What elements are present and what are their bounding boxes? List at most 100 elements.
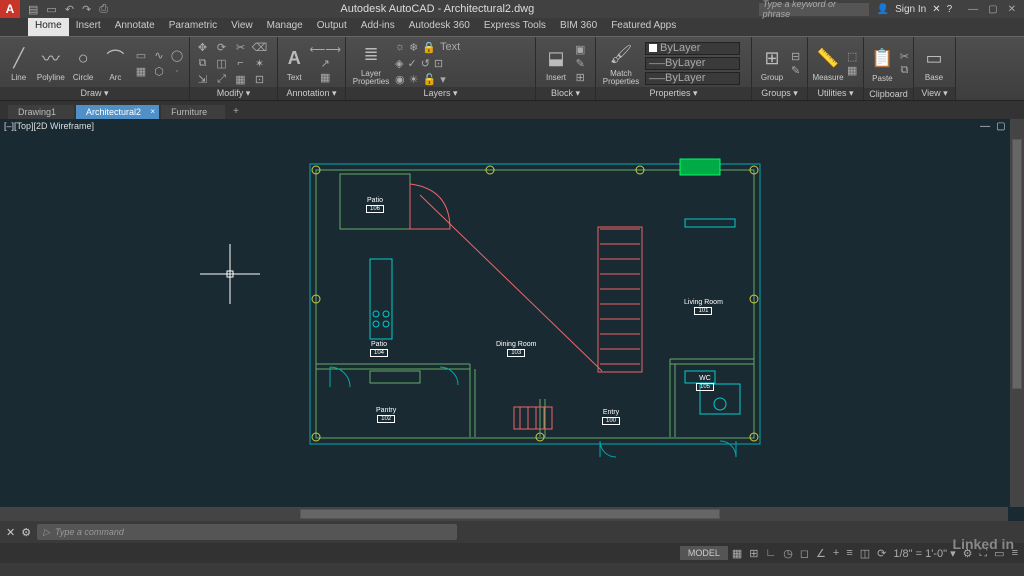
help-icon[interactable]: ? (947, 4, 953, 15)
cut-icon[interactable]: ✂ (900, 50, 909, 63)
line-button[interactable]: ╱Line (4, 44, 33, 82)
layer-iso-icon[interactable]: ◈ (395, 57, 403, 70)
group-edit-icon[interactable]: ✎ (791, 64, 800, 77)
layer-prev-icon[interactable]: ↺ (421, 57, 430, 70)
qat-save-icon[interactable]: ▤ (28, 3, 38, 16)
select-icon[interactable]: ⬚ (847, 50, 857, 63)
otrack-icon[interactable]: ∠ (816, 547, 826, 560)
horizontal-scrollbar[interactable] (0, 507, 1008, 521)
trans-icon[interactable]: ◫ (860, 547, 870, 560)
close-icon[interactable]: ✕ (1008, 4, 1016, 15)
erase-icon[interactable]: ⌫ (251, 40, 268, 54)
tab-parametric[interactable]: Parametric (162, 18, 224, 36)
dyn-icon[interactable]: + (833, 547, 839, 559)
lineweight-combo[interactable]: —— ByLayer (645, 57, 740, 70)
tab-a360[interactable]: Autodesk 360 (402, 18, 477, 36)
qat-print-icon[interactable]: ⎙ (99, 3, 108, 16)
attr-icon[interactable]: ⊞ (575, 71, 585, 84)
layer-freeze-icon[interactable]: ❄ (409, 41, 418, 54)
grid-icon[interactable]: ▦ (732, 547, 742, 560)
spline-icon[interactable]: ∿ (151, 48, 167, 62)
tab-manage[interactable]: Manage (260, 18, 310, 36)
leader-icon[interactable]: ↗ (309, 57, 341, 70)
ungroup-icon[interactable]: ⊟ (791, 50, 800, 63)
base-button[interactable]: ▭Base (918, 44, 950, 82)
snap-icon[interactable]: ⊞ (749, 547, 758, 560)
offset-icon[interactable]: ⊡ (251, 72, 268, 86)
qat-undo-icon[interactable]: ↶ (65, 3, 74, 16)
layer-thaw-icon[interactable]: ☀ (409, 73, 419, 86)
scale-icon[interactable]: ⤢ (213, 72, 230, 86)
polyline-button[interactable]: 〰Polyline (36, 44, 65, 82)
copy-icon[interactable]: ⧉ (194, 56, 211, 70)
insert-button[interactable]: ⬓Insert (540, 44, 572, 82)
tab-express[interactable]: Express Tools (477, 18, 553, 36)
panel-draw-label[interactable]: Draw ▾ (0, 87, 189, 100)
array-icon[interactable]: ▦ (232, 72, 249, 86)
layer-match-icon[interactable]: ✓ (407, 57, 416, 70)
exchange-icon[interactable]: ✕ (932, 4, 940, 15)
panel-properties-label[interactable]: Properties ▾ (596, 87, 751, 100)
tab-addins[interactable]: Add-ins (354, 18, 402, 36)
layer-walk-icon[interactable]: ⊡ (434, 57, 443, 70)
new-tab-icon[interactable]: + (227, 104, 245, 119)
panel-block-label[interactable]: Block ▾ (536, 87, 595, 100)
signin-icon[interactable]: 👤 (877, 4, 889, 15)
layer-state-icon[interactable]: ▾ (440, 73, 446, 86)
layer-unlock-icon[interactable]: 🔓 (422, 73, 436, 86)
filetab-architectural2[interactable]: Architectural2× (76, 105, 159, 119)
search-input[interactable]: Type a keyword or phrase (759, 3, 869, 16)
tab-insert[interactable]: Insert (69, 18, 108, 36)
tab-featured[interactable]: Featured Apps (604, 18, 683, 36)
drawing-viewport[interactable]: [–][Top][2D Wireframe] — ▢ ✕ (0, 119, 1024, 521)
filetab-drawing1[interactable]: Drawing1 (8, 105, 74, 119)
tab-output[interactable]: Output (310, 18, 354, 36)
lw-icon[interactable]: ≡ (846, 547, 852, 559)
dim-icon[interactable]: ⟵⟶ (309, 43, 341, 56)
calc-icon[interactable]: ▦ (847, 64, 857, 77)
trim-icon[interactable]: ✂ (232, 40, 249, 54)
layer-off-icon[interactable]: ☼ (395, 41, 405, 54)
panel-layers-label[interactable]: Layers ▾ (346, 87, 535, 100)
app-logo[interactable]: A (0, 0, 20, 18)
layer-lock-icon[interactable]: 🔒 (422, 41, 436, 54)
close-tab-icon[interactable]: × (150, 107, 155, 116)
group-button[interactable]: ⊞Group (756, 44, 788, 82)
qat-redo-icon[interactable]: ↷ (82, 3, 91, 16)
circle-button[interactable]: ○Circle (69, 44, 98, 82)
text-button[interactable]: AText (282, 44, 306, 82)
maximize-icon[interactable]: ▢ (988, 4, 997, 15)
explode-icon[interactable]: ✶ (251, 56, 268, 70)
measure-button[interactable]: 📏Measure (812, 44, 844, 82)
copy-clip-icon[interactable]: ⧉ (900, 64, 909, 77)
linetype-combo[interactable]: —— ByLayer (645, 72, 740, 85)
panel-groups-label[interactable]: Groups ▾ (752, 87, 807, 100)
polar-icon[interactable]: ◷ (783, 547, 793, 560)
panel-annotation-label[interactable]: Annotation ▾ (278, 87, 345, 100)
stretch-icon[interactable]: ⇲ (194, 72, 211, 86)
polygon-icon[interactable]: ⬡ (151, 64, 167, 78)
table-icon[interactable]: ▦ (309, 71, 341, 84)
hatch-icon[interactable]: ▦ (133, 64, 149, 78)
rect-icon[interactable]: ▭ (133, 48, 149, 62)
layer-properties-button[interactable]: ≣Layer Properties (350, 40, 392, 86)
panel-utilities-label[interactable]: Utilities ▾ (808, 87, 863, 100)
osnap-icon[interactable]: ◻ (800, 547, 809, 560)
tab-home[interactable]: Home (28, 18, 69, 36)
vertical-scrollbar[interactable] (1010, 119, 1024, 507)
filetab-furniture[interactable]: Furniture (161, 105, 225, 119)
model-button[interactable]: MODEL (680, 546, 728, 560)
move-icon[interactable]: ✥ (194, 40, 211, 54)
ortho-icon[interactable]: ∟ (765, 547, 776, 559)
layer-text-icon[interactable]: Text (440, 41, 460, 54)
signin-label[interactable]: Sign In (895, 4, 926, 15)
scale-label[interactable]: 1/8" = 1'-0" ▾ (893, 547, 955, 560)
command-input[interactable]: ▷ Type a command (37, 524, 457, 540)
panel-clipboard-label[interactable]: Clipboard (864, 88, 913, 100)
fillet-icon[interactable]: ⌐ (232, 56, 249, 70)
panel-modify-label[interactable]: Modify ▾ (190, 87, 277, 100)
point-icon[interactable]: · (169, 64, 185, 78)
ellipse-icon[interactable]: ◯ (169, 48, 185, 62)
edit-block-icon[interactable]: ✎ (575, 57, 585, 70)
panel-view-label[interactable]: View ▾ (914, 87, 955, 100)
